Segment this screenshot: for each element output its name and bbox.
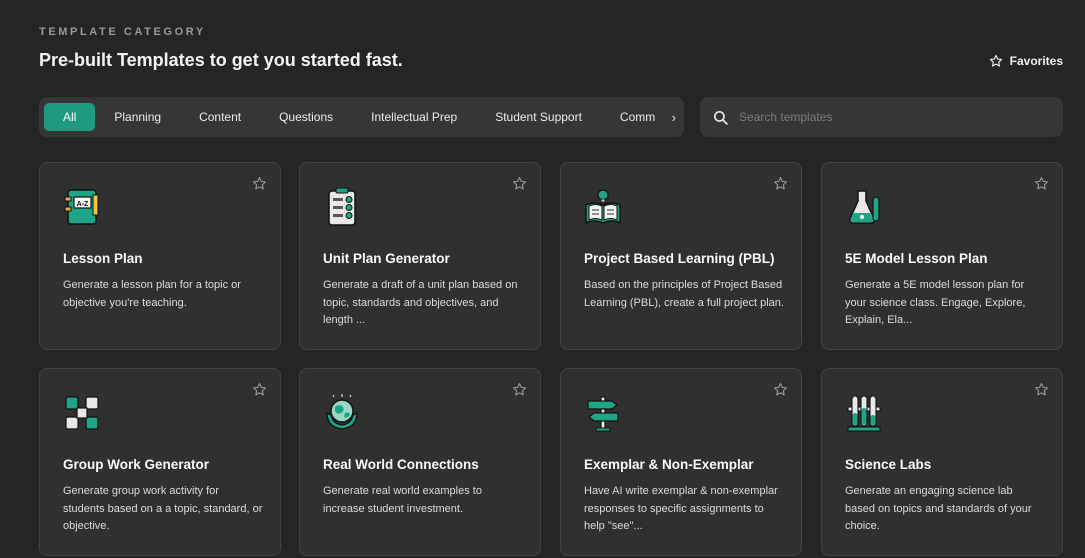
notebook-icon: A-Z	[64, 189, 99, 225]
card-title: Unit Plan Generator	[323, 251, 450, 266]
card-title: Science Labs	[845, 457, 932, 472]
favorite-star-icon[interactable]	[512, 382, 527, 397]
template-card-project-based-learning[interactable]: Project Based Learning (PBL) Based on th…	[560, 162, 802, 350]
favorite-star-icon[interactable]	[512, 176, 527, 191]
tab-planning[interactable]: Planning	[95, 103, 180, 131]
tab-intellectual-prep[interactable]: Intellectual Prep	[352, 103, 476, 131]
star-outline-icon	[989, 54, 1002, 67]
tabs-scroll-right-button[interactable]: ›	[654, 97, 684, 137]
template-card-exemplar-non-exemplar[interactable]: Exemplar & Non-Exemplar Have AI write ex…	[560, 368, 802, 556]
test-tubes-icon	[847, 395, 881, 432]
open-book-bulb-icon	[585, 189, 621, 225]
card-description: Have AI write exemplar & non-exemplar re…	[584, 485, 778, 532]
favorite-star-icon[interactable]	[252, 382, 267, 397]
favorites-label: Favorites	[1009, 54, 1063, 68]
search-input[interactable]	[739, 110, 1039, 124]
favorite-star-icon[interactable]	[1034, 176, 1049, 191]
search-bar	[700, 97, 1063, 137]
card-description: Generate a lesson plan for a topic or ob…	[63, 279, 241, 309]
signpost-icon	[587, 396, 619, 432]
template-card-unit-plan-generator[interactable]: Unit Plan Generator Generate a draft of …	[299, 162, 541, 350]
card-title: Real World Connections	[323, 457, 479, 472]
card-description: Generate real world examples to increase…	[323, 485, 482, 515]
globe-hands-icon	[326, 394, 358, 430]
card-title: Lesson Plan	[63, 251, 143, 266]
favorite-star-icon[interactable]	[252, 176, 267, 191]
chevron-right-icon: ›	[671, 109, 676, 125]
template-card-real-world-connections[interactable]: Real World Connections Generate real wor…	[299, 368, 541, 556]
favorite-star-icon[interactable]	[773, 176, 788, 191]
card-description: Generate group work activity for student…	[63, 485, 263, 532]
card-description: Generate a 5E model lesson plan for your…	[845, 279, 1026, 326]
template-card-science-labs[interactable]: Science Labs Generate an engaging scienc…	[821, 368, 1063, 556]
template-card-lesson-plan[interactable]: A-Z Lesson Plan Generate a lesson plan f…	[39, 162, 281, 350]
card-title: Project Based Learning (PBL)	[584, 251, 775, 266]
template-category-eyebrow: TEMPLATE CATEGORY	[39, 26, 206, 38]
tab-questions[interactable]: Questions	[260, 103, 352, 131]
tab-student-support[interactable]: Student Support	[476, 103, 601, 131]
favorites-button[interactable]: Favorites	[989, 54, 1063, 68]
card-description: Based on the principles of Project Based…	[584, 279, 784, 309]
category-tabs: All Planning Content Questions Intellect…	[39, 97, 684, 137]
page-title: Pre-built Templates to get you started f…	[39, 50, 403, 70]
search-icon	[713, 110, 728, 125]
card-description: Generate an engaging science lab based o…	[845, 485, 1032, 532]
team-hands-icon	[65, 396, 99, 430]
tab-content[interactable]: Content	[180, 103, 260, 131]
card-title: Group Work Generator	[63, 457, 210, 472]
lab-flask-icon	[849, 190, 880, 224]
svg-text:A-Z: A-Z	[77, 201, 89, 208]
card-title: Exemplar & Non-Exemplar	[584, 457, 754, 472]
favorite-star-icon[interactable]	[773, 382, 788, 397]
card-description: Generate a draft of a unit plan based on…	[323, 279, 518, 326]
checklist-icon	[328, 187, 356, 226]
card-title: 5E Model Lesson Plan	[845, 251, 988, 266]
template-card-group-work-generator[interactable]: Group Work Generator Generate group work…	[39, 368, 281, 556]
favorite-star-icon[interactable]	[1034, 382, 1049, 397]
template-card-5e-model-lesson-plan[interactable]: 5E Model Lesson Plan Generate a 5E model…	[821, 162, 1063, 350]
tab-all[interactable]: All	[44, 103, 96, 131]
